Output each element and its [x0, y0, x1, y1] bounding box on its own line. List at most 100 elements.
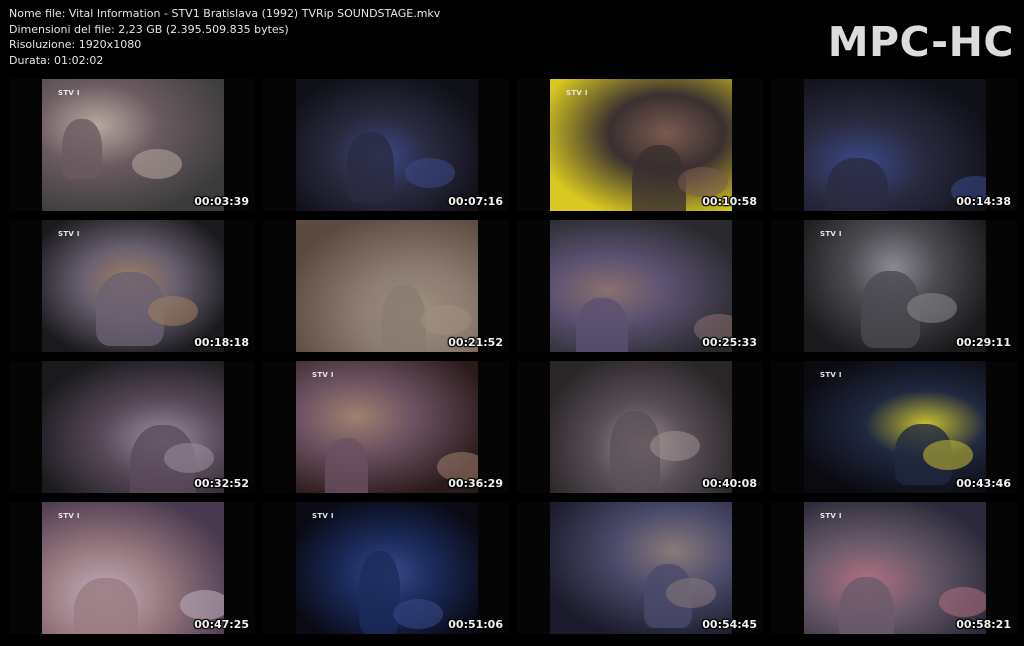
thumbnail-timestamp: 00:18:18 [194, 336, 249, 349]
channel-logo: STV I [312, 371, 334, 379]
letterbox-left [517, 220, 550, 352]
video-scene: STV I [42, 220, 224, 352]
thumbnail-timestamp: 00:36:29 [448, 477, 503, 490]
channel-logo: STV I [58, 512, 80, 520]
scene-shape [132, 149, 182, 179]
video-scene [550, 361, 732, 493]
video-thumbnail: STV I 00:47:25 [9, 502, 255, 634]
video-thumbnail: 00:14:38 [771, 79, 1017, 211]
letterbox-left [9, 79, 42, 211]
mpc-hc-logo: MPC-HC [827, 18, 1014, 66]
scene-shape [393, 599, 443, 629]
video-scene [550, 502, 732, 634]
channel-logo: STV I [820, 230, 842, 238]
scene-shape [678, 167, 728, 197]
channel-logo: STV I [820, 371, 842, 379]
letterbox-left [263, 361, 296, 493]
letterbox-left [517, 502, 550, 634]
thumbnail-grid: STV I 00:03:39 00:07:16 STV I 00:10:58 00:14:… [9, 79, 1017, 634]
scene-shape [650, 431, 700, 461]
letterbox-left [9, 220, 42, 352]
scene-shape [62, 119, 102, 179]
scene-shape [180, 590, 224, 620]
video-scene: STV I [42, 502, 224, 634]
scene-shape [347, 132, 394, 203]
video-thumbnail: STV I 00:36:29 [263, 361, 509, 493]
video-thumbnail: 00:54:45 [517, 502, 763, 634]
letterbox-right [732, 220, 763, 352]
letterbox-left [263, 220, 296, 352]
video-scene [42, 361, 224, 493]
video-thumbnail: 00:25:33 [517, 220, 763, 352]
thumbnail-timestamp: 00:07:16 [448, 195, 503, 208]
thumbnail-timestamp: 00:21:52 [448, 336, 503, 349]
video-thumbnail: STV I 00:58:21 [771, 502, 1017, 634]
letterbox-right [732, 79, 763, 211]
file-size: Dimensioni del file: 2,23 GB (2.395.509.… [9, 22, 289, 36]
letterbox-right [224, 79, 255, 211]
video-thumbnail: 00:07:16 [263, 79, 509, 211]
scene-shape [148, 296, 198, 326]
file-info-panel: Nome file: Vital Information - STV1 Brat… [9, 6, 440, 68]
thumbnail-timestamp: 00:51:06 [448, 618, 503, 631]
video-thumbnail: STV I 00:10:58 [517, 79, 763, 211]
video-scene [550, 220, 732, 352]
thumbnail-timestamp: 00:29:11 [956, 336, 1011, 349]
video-thumbnail: STV I 00:03:39 [9, 79, 255, 211]
letterbox-right [732, 361, 763, 493]
video-scene: STV I [296, 361, 478, 493]
video-thumbnail: 00:21:52 [263, 220, 509, 352]
file-resolution: Risoluzione: 1920x1080 [9, 38, 142, 51]
channel-logo: STV I [58, 89, 80, 97]
letterbox-left [771, 79, 804, 211]
letterbox-right [224, 361, 255, 493]
letterbox-left [9, 361, 42, 493]
letterbox-right [986, 220, 1017, 352]
letterbox-right [986, 361, 1017, 493]
video-scene: STV I [550, 79, 732, 211]
letterbox-right [478, 361, 509, 493]
letterbox-right [478, 502, 509, 634]
letterbox-right [986, 79, 1017, 211]
video-thumbnail: STV I 00:18:18 [9, 220, 255, 352]
thumbnail-timestamp: 00:40:08 [702, 477, 757, 490]
channel-logo: STV I [58, 230, 80, 238]
letterbox-left [517, 361, 550, 493]
scene-shape [359, 551, 400, 634]
thumbnail-timestamp: 00:54:45 [702, 618, 757, 631]
video-thumbnail: 00:40:08 [517, 361, 763, 493]
thumbnail-timestamp: 00:10:58 [702, 195, 757, 208]
thumbnail-timestamp: 00:25:33 [702, 336, 757, 349]
video-thumbnail: STV I 00:43:46 [771, 361, 1017, 493]
letterbox-right [224, 502, 255, 634]
scene-shape [827, 158, 888, 211]
letterbox-right [478, 220, 509, 352]
scene-shape [839, 577, 894, 634]
letterbox-right [224, 220, 255, 352]
scene-shape [381, 285, 426, 352]
video-scene [804, 79, 986, 211]
file-duration: Durata: 01:02:02 [9, 53, 104, 67]
channel-logo: STV I [312, 512, 334, 520]
scene-shape [74, 578, 138, 634]
channel-logo: STV I [820, 512, 842, 520]
letterbox-left [771, 220, 804, 352]
thumbnail-timestamp: 00:43:46 [956, 477, 1011, 490]
letterbox-right [732, 502, 763, 634]
thumbnail-timestamp: 00:32:52 [194, 477, 249, 490]
video-scene: STV I [804, 220, 986, 352]
letterbox-left [263, 502, 296, 634]
letterbox-left [9, 502, 42, 634]
scene-shape [907, 293, 957, 323]
video-scene [296, 79, 478, 211]
video-scene: STV I [804, 502, 986, 634]
scene-shape [923, 440, 973, 470]
letterbox-left [517, 79, 550, 211]
thumbnail-timestamp: 00:14:38 [956, 195, 1011, 208]
thumbnail-timestamp: 00:03:39 [194, 195, 249, 208]
video-scene: STV I [296, 502, 478, 634]
thumbnail-timestamp: 00:58:21 [956, 618, 1011, 631]
letterbox-left [771, 361, 804, 493]
channel-logo: STV I [566, 89, 588, 97]
scene-shape [666, 578, 716, 608]
